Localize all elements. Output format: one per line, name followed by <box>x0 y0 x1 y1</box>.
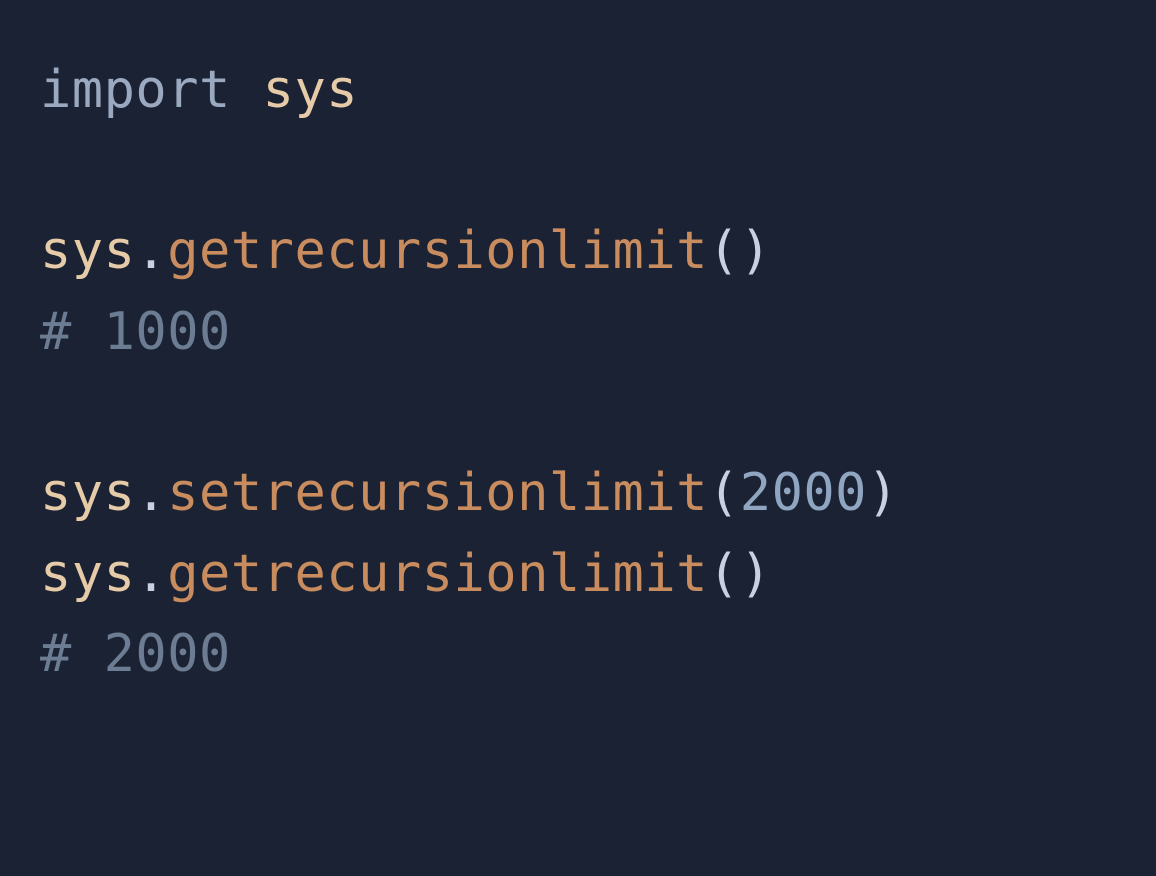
code-editor-view[interactable]: import sys sys.getrecursionlimit()# 1000… <box>40 50 1116 695</box>
code-line[interactable]: sys.getrecursionlimit() <box>40 534 1116 615</box>
code-line[interactable]: import sys <box>40 50 1116 131</box>
code-token: # 2000 <box>40 624 231 684</box>
code-token: ( <box>708 463 740 523</box>
code-token: sys <box>40 544 135 604</box>
code-token: getrecursionlimit <box>167 221 708 281</box>
code-line[interactable]: # 1000 <box>40 292 1116 373</box>
code-line[interactable]: sys.setrecursionlimit(2000) <box>40 453 1116 534</box>
code-token: sys <box>263 60 358 120</box>
code-line[interactable] <box>40 131 1116 212</box>
code-token: import <box>40 60 231 120</box>
code-token: sys <box>40 221 135 281</box>
code-token: () <box>708 221 772 281</box>
code-token: . <box>135 463 167 523</box>
code-line[interactable] <box>40 372 1116 453</box>
code-token: getrecursionlimit <box>167 544 708 604</box>
code-token: setrecursionlimit <box>167 463 708 523</box>
code-token: # 1000 <box>40 302 231 362</box>
code-token: sys <box>40 463 135 523</box>
code-token: () <box>708 544 772 604</box>
code-line[interactable]: # 2000 <box>40 614 1116 695</box>
code-token <box>231 60 263 120</box>
code-line[interactable]: sys.getrecursionlimit() <box>40 211 1116 292</box>
code-token: . <box>135 544 167 604</box>
code-token: ) <box>867 463 899 523</box>
code-token: 2000 <box>740 463 867 523</box>
code-token: . <box>135 221 167 281</box>
